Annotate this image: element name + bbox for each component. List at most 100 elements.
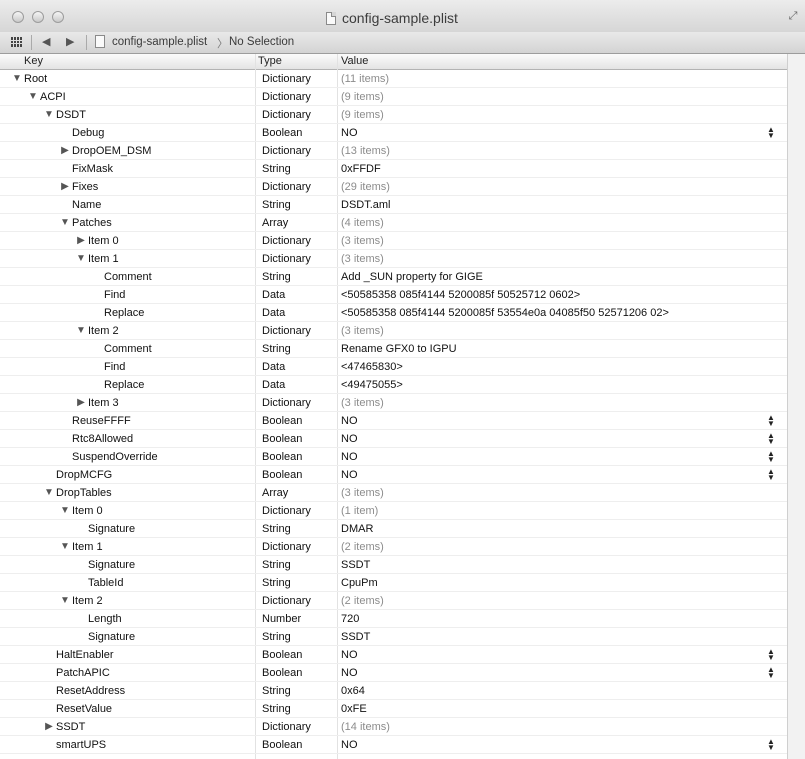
type-cell[interactable]: Boolean bbox=[262, 448, 302, 466]
column-header-value[interactable]: Value bbox=[341, 55, 368, 67]
disclosure-expanded-icon[interactable]: ▼ bbox=[60, 502, 70, 520]
type-cell[interactable]: Data bbox=[262, 376, 285, 394]
column-header-key[interactable]: Key bbox=[24, 55, 43, 67]
disclosure-expanded-icon[interactable]: ▼ bbox=[76, 322, 86, 340]
value-cell[interactable]: 720 bbox=[341, 610, 359, 628]
value-cell[interactable]: SSDT bbox=[341, 628, 370, 646]
table-row[interactable]: DropMCFG Boolean NO ▲ ▼ bbox=[0, 466, 787, 484]
type-cell[interactable]: Boolean bbox=[262, 466, 302, 484]
table-row[interactable]: ▼ Item 2 Dictionary (3 items) bbox=[0, 322, 787, 340]
table-row[interactable]: ▶ Fixes Dictionary (29 items) bbox=[0, 178, 787, 196]
related-items-icon[interactable] bbox=[11, 37, 22, 47]
type-cell[interactable]: String bbox=[262, 700, 291, 718]
type-cell[interactable]: Dictionary bbox=[262, 538, 311, 556]
disclosure-expanded-icon[interactable]: ▼ bbox=[60, 592, 70, 610]
type-cell[interactable]: Dictionary bbox=[262, 592, 311, 610]
table-row[interactable]: Length Number 720 bbox=[0, 610, 787, 628]
type-cell[interactable]: Dictionary bbox=[262, 142, 311, 160]
type-cell[interactable]: String bbox=[262, 268, 291, 286]
table-row[interactable]: Comment String Rename GFX0 to IGPU bbox=[0, 340, 787, 358]
type-cell[interactable]: Boolean bbox=[262, 664, 302, 682]
back-arrow-icon[interactable]: ◀ bbox=[42, 35, 50, 48]
value-cell[interactable]: <50585358 085f4144 5200085f 53554e0a 040… bbox=[341, 304, 669, 322]
value-cell[interactable]: 0x64 bbox=[341, 682, 365, 700]
type-cell[interactable]: Boolean bbox=[262, 412, 302, 430]
type-cell[interactable]: Boolean bbox=[262, 736, 302, 754]
vertical-scrollbar[interactable] bbox=[787, 54, 805, 759]
disclosure-expanded-icon[interactable]: ▼ bbox=[44, 106, 54, 124]
table-row[interactable]: ResetAddress String 0x64 bbox=[0, 682, 787, 700]
boolean-popup-stepper-icon[interactable]: ▲ ▼ bbox=[765, 666, 777, 680]
boolean-popup-stepper-icon[interactable]: ▲ ▼ bbox=[765, 468, 777, 482]
table-row[interactable]: Rtc8Allowed Boolean NO ▲ ▼ bbox=[0, 430, 787, 448]
table-row[interactable]: Replace Data <50585358 085f4144 5200085f 5… bbox=[0, 304, 787, 322]
table-row[interactable]: ReuseFFFF Boolean NO ▲ ▼ bbox=[0, 412, 787, 430]
table-row[interactable]: Signature String DMAR bbox=[0, 520, 787, 538]
table-row[interactable]: ▼ DSDT Dictionary (9 items) bbox=[0, 106, 787, 124]
table-row[interactable]: ▼ Root Dictionary (11 items) bbox=[0, 70, 787, 88]
value-cell[interactable]: NO bbox=[341, 412, 358, 430]
type-cell[interactable]: Data bbox=[262, 286, 285, 304]
type-cell[interactable]: Dictionary bbox=[262, 232, 311, 250]
value-cell[interactable]: NO bbox=[341, 448, 358, 466]
disclosure-expanded-icon[interactable]: ▼ bbox=[28, 88, 38, 106]
close-button[interactable] bbox=[12, 11, 24, 23]
value-cell[interactable]: NO bbox=[341, 736, 358, 754]
value-cell[interactable]: NO bbox=[341, 664, 358, 682]
table-row[interactable]: Comment String Add _SUN property for GIGE bbox=[0, 268, 787, 286]
table-row[interactable]: Find Data <47465830> bbox=[0, 358, 787, 376]
breadcrumb-file[interactable]: config-sample.plist bbox=[112, 36, 207, 48]
type-cell[interactable]: Boolean bbox=[262, 430, 302, 448]
disclosure-collapsed-icon[interactable]: ▶ bbox=[76, 232, 86, 250]
table-row[interactable]: FixMask String 0xFFDF bbox=[0, 160, 787, 178]
type-cell[interactable]: Array bbox=[262, 214, 288, 232]
value-cell[interactable]: Rename GFX0 to IGPU bbox=[341, 340, 457, 358]
column-header-type[interactable]: Type bbox=[258, 55, 282, 67]
disclosure-expanded-icon[interactable]: ▼ bbox=[76, 250, 86, 268]
table-row[interactable]: ▼ Item 1 Dictionary (2 items) bbox=[0, 538, 787, 556]
table-row[interactable]: smartUPS Boolean NO ▲ ▼ bbox=[0, 736, 787, 754]
type-cell[interactable]: Boolean bbox=[262, 124, 302, 142]
disclosure-collapsed-icon[interactable]: ▶ bbox=[44, 718, 54, 736]
type-cell[interactable]: Boolean bbox=[262, 646, 302, 664]
title-bar[interactable]: config-sample.plist ⤢ bbox=[0, 0, 805, 32]
type-cell[interactable]: Dictionary bbox=[262, 394, 311, 412]
value-cell[interactable]: <50585358 085f4144 5200085f 50525712 060… bbox=[341, 286, 580, 304]
table-row[interactable]: ▶ Item 3 Dictionary (3 items) bbox=[0, 394, 787, 412]
disclosure-collapsed-icon[interactable]: ▶ bbox=[60, 178, 70, 196]
type-cell[interactable]: Dictionary bbox=[262, 502, 311, 520]
boolean-popup-stepper-icon[interactable]: ▲ ▼ bbox=[765, 648, 777, 662]
breadcrumb-selection[interactable]: No Selection bbox=[229, 36, 294, 48]
type-cell[interactable]: String bbox=[262, 196, 291, 214]
type-cell[interactable]: String bbox=[262, 160, 291, 178]
value-cell[interactable]: NO bbox=[341, 646, 358, 664]
table-row[interactable]: ▶ Item 0 Dictionary (3 items) bbox=[0, 232, 787, 250]
type-cell[interactable]: Dictionary bbox=[262, 250, 311, 268]
table-row[interactable]: ▼ ACPI Dictionary (9 items) bbox=[0, 88, 787, 106]
table-row[interactable]: ▶ SSDT Dictionary (14 items) bbox=[0, 718, 787, 736]
table-row[interactable]: Debug Boolean NO ▲ ▼ bbox=[0, 124, 787, 142]
boolean-popup-stepper-icon[interactable]: ▲ ▼ bbox=[765, 414, 777, 428]
type-cell[interactable]: Array bbox=[262, 484, 288, 502]
type-cell[interactable]: Number bbox=[262, 610, 301, 628]
boolean-popup-stepper-icon[interactable]: ▲ ▼ bbox=[765, 738, 777, 752]
value-cell[interactable]: 0xFE bbox=[341, 700, 367, 718]
table-row[interactable]: SuspendOverride Boolean NO ▲ ▼ bbox=[0, 448, 787, 466]
type-cell[interactable]: Dictionary bbox=[262, 322, 311, 340]
type-cell[interactable]: String bbox=[262, 556, 291, 574]
value-cell[interactable]: CpuPm bbox=[341, 574, 378, 592]
boolean-popup-stepper-icon[interactable]: ▲ ▼ bbox=[765, 432, 777, 446]
type-cell[interactable]: Data bbox=[262, 358, 285, 376]
value-cell[interactable]: NO bbox=[341, 124, 358, 142]
disclosure-expanded-icon[interactable]: ▼ bbox=[44, 484, 54, 502]
value-cell[interactable]: <49475055> bbox=[341, 376, 403, 394]
table-row[interactable]: ▼ DropTables Array (3 items) bbox=[0, 484, 787, 502]
table-row[interactable]: Signature String SSDT bbox=[0, 628, 787, 646]
value-cell[interactable]: NO bbox=[341, 466, 358, 484]
minimize-button[interactable] bbox=[32, 11, 44, 23]
type-cell[interactable]: String bbox=[262, 628, 291, 646]
table-row[interactable]: Find Data <50585358 085f4144 5200085f 5052… bbox=[0, 286, 787, 304]
disclosure-collapsed-icon[interactable]: ▶ bbox=[60, 142, 70, 160]
type-cell[interactable]: String bbox=[262, 682, 291, 700]
boolean-popup-stepper-icon[interactable]: ▲ ▼ bbox=[765, 126, 777, 140]
